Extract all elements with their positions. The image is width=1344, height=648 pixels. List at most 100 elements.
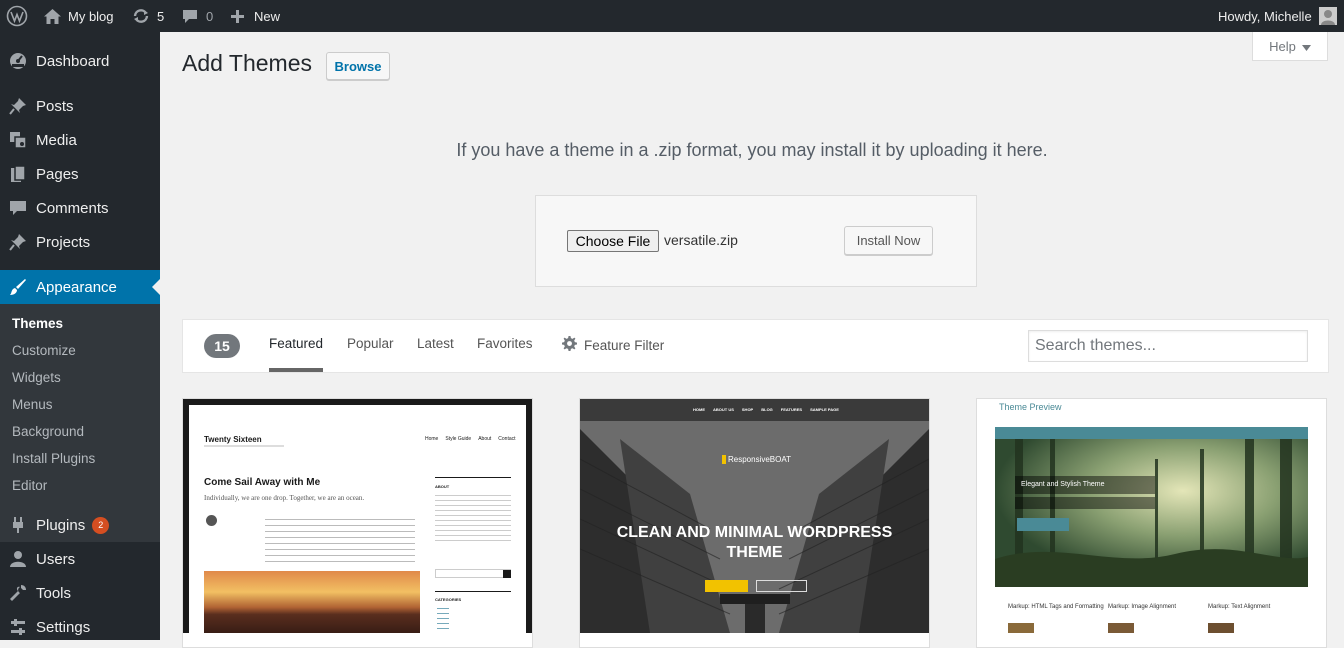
theme-search-widget (435, 569, 511, 578)
theme-card-twenty-sixteen[interactable]: Twenty Sixteen Home Style Guide About Co… (182, 398, 533, 648)
submenu-item-themes[interactable]: Themes (0, 310, 160, 337)
submenu-item-widgets[interactable]: Widgets (0, 364, 160, 391)
plug-icon (0, 516, 36, 534)
new-label: New (254, 8, 281, 24)
my-account-link[interactable]: Howdy, Michelle (1218, 0, 1337, 32)
sidebar-item-tools[interactable]: Tools (0, 576, 160, 610)
help-label: Help (1269, 38, 1296, 54)
theme-site-title: Theme Preview (999, 402, 1062, 412)
appearance-submenu: Themes Customize Widgets Menus Backgroun… (0, 304, 160, 542)
theme-filter-bar: 15 Featured Popular Latest Favorites Fea… (182, 319, 1329, 373)
choose-file-button[interactable]: Choose File (567, 230, 659, 252)
sidebar-item-posts[interactable]: Posts (0, 89, 160, 123)
theme-secondary-button (756, 580, 807, 592)
theme-card-responsiveboat[interactable]: HOME ABOUT US SHOP BLOG FEATURES SAMPLE … (579, 398, 930, 648)
pin-icon (0, 97, 36, 115)
feature-filter-label: Feature Filter (584, 337, 665, 353)
submenu-item-menus[interactable]: Menus (0, 391, 160, 418)
avatar (1318, 7, 1337, 25)
home-icon (44, 8, 61, 24)
widget-about-heading: ABOUT (435, 484, 450, 489)
submenu-item-editor[interactable]: Editor (0, 472, 160, 499)
theme-screenshot: HOME ABOUT US SHOP BLOG FEATURES SAMPLE … (580, 399, 929, 633)
towers-image (580, 399, 929, 633)
dashboard-icon (0, 52, 36, 70)
upload-description: If you have a theme in a .zip format, yo… (456, 140, 1048, 160)
sunset-image (204, 571, 420, 633)
theme-post-body (265, 516, 415, 564)
sidebar-item-settings[interactable]: Settings (0, 610, 160, 644)
widget-categories-heading: CATEGORIES (435, 597, 462, 602)
sidebar-item-pages[interactable]: Pages (0, 157, 160, 191)
tab-featured[interactable]: Featured (269, 336, 323, 351)
wrench-icon (0, 584, 36, 602)
updates-link[interactable]: 5 (132, 0, 164, 32)
feature-filter-link[interactable]: Feature Filter (562, 336, 664, 354)
media-icon (0, 131, 36, 149)
updates-count: 5 (157, 8, 165, 24)
sidebar-item-label: Users (36, 550, 76, 568)
settings-icon (0, 618, 36, 636)
theme-primary-button (705, 580, 748, 592)
sidebar-item-appearance[interactable]: Appearance (0, 270, 160, 304)
theme-headline: CLEAN AND MINIMAL WORDPRESS THEME (616, 524, 893, 561)
search-themes-input[interactable] (1028, 330, 1308, 362)
theme-card-theme-preview[interactable]: Theme Preview Elegant and Stylish Theme (976, 398, 1327, 648)
theme-hero-button (1017, 518, 1069, 531)
active-tab-indicator (269, 368, 323, 372)
comment-icon (0, 199, 36, 217)
plugins-update-badge: 2 (92, 516, 110, 534)
admin-sidebar: Dashboard Posts Media Pages Comments Pro… (0, 32, 160, 640)
install-now-button[interactable]: Install Now (844, 226, 933, 255)
caret-down-icon (1301, 39, 1311, 54)
new-content-link[interactable]: New (231, 0, 280, 32)
selected-file-name: versatile.zip (664, 232, 738, 248)
sidebar-item-projects[interactable]: Projects (0, 225, 160, 259)
theme-nav: Home Style Guide About Contact (425, 436, 516, 442)
sidebar-item-comments[interactable]: Comments (0, 191, 160, 225)
tab-popular[interactable]: Popular (347, 336, 394, 351)
sidebar-item-plugins[interactable]: Plugins 2 (0, 508, 160, 542)
sidebar-item-label: Plugins (36, 516, 86, 534)
updates-icon (132, 8, 150, 24)
theme-site-title: Twenty Sixteen (204, 435, 262, 444)
comments-link[interactable]: 0 (182, 0, 213, 32)
wordpress-logo-icon[interactable] (6, 0, 28, 32)
upload-form: Choose File versatile.zip Install Now (535, 195, 977, 287)
sidebar-item-media[interactable]: Media (0, 123, 160, 157)
site-name-link[interactable]: My blog (44, 0, 114, 32)
theme-nav (995, 427, 1308, 439)
brush-icon (0, 278, 36, 296)
theme-post-intro: Individually, we are one drop. Together,… (204, 494, 365, 502)
sidebar-item-label: Tools (36, 584, 72, 602)
comment-icon (182, 9, 198, 24)
theme-count: 15 (204, 334, 240, 358)
sidebar-item-label: Posts (36, 97, 74, 115)
theme-screenshot: Theme Preview Elegant and Stylish Theme (977, 399, 1326, 633)
sidebar-item-label: Comments (36, 199, 109, 217)
tab-latest[interactable]: Latest (417, 336, 454, 351)
sidebar-item-label: Dashboard (36, 52, 110, 70)
theme-screenshot: Twenty Sixteen Home Style Guide About Co… (183, 399, 532, 633)
sidebar-item-label: Appearance (36, 278, 117, 296)
comments-count: 0 (206, 8, 214, 24)
submenu-item-install-plugins[interactable]: Install Plugins (0, 445, 160, 472)
tab-favorites[interactable]: Favorites (477, 336, 533, 351)
theme-nav: HOME ABOUT US SHOP BLOG FEATURES SAMPLE … (693, 407, 839, 412)
theme-hero-title: Elegant and Stylish Theme (1015, 476, 1155, 494)
sidebar-item-users[interactable]: Users (0, 542, 160, 576)
admin-bar: My blog 5 0 New Howdy, Michelle (0, 0, 1344, 32)
submenu-item-customize[interactable]: Customize (0, 337, 160, 364)
help-tab[interactable]: Help (1252, 32, 1328, 61)
submenu-item-background[interactable]: Background (0, 418, 160, 445)
sidebar-item-label: Media (36, 131, 77, 149)
theme-post-title: Come Sail Away with Me (204, 477, 321, 488)
sidebar-item-dashboard[interactable]: Dashboard (0, 44, 160, 78)
browse-button[interactable]: Browse (326, 52, 390, 80)
avatar (206, 515, 217, 526)
theme-tagline (204, 445, 284, 447)
theme-post-grid: Markup: HTML Tags and Formatting Markup:… (995, 599, 1308, 633)
forest-image (995, 439, 1308, 587)
theme-logo: ResponsiveBOAT (722, 455, 791, 464)
page-title: Add Themes (182, 50, 312, 76)
